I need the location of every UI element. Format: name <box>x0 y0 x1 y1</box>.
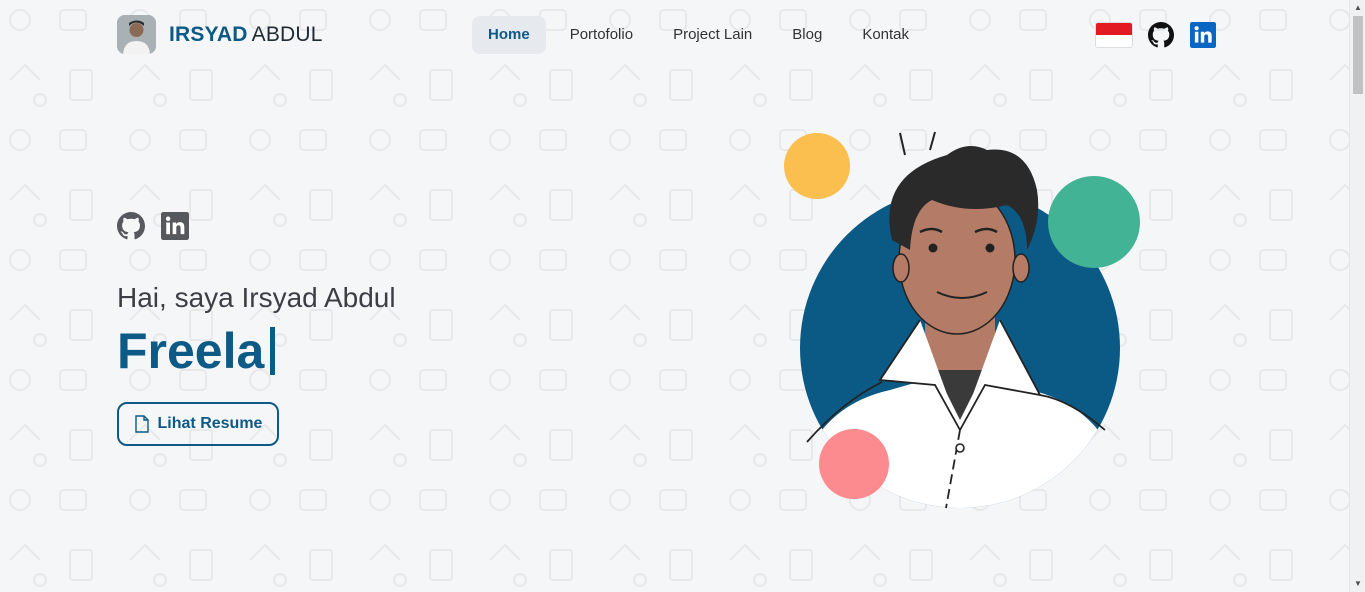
hero-socials <box>117 212 205 240</box>
decor-green-circle <box>1048 176 1140 268</box>
github-icon[interactable] <box>1148 22 1174 48</box>
github-icon[interactable] <box>117 212 145 240</box>
typed-role-text: Freela <box>117 322 276 380</box>
scroll-thumb[interactable] <box>1353 16 1363 94</box>
scroll-up-arrow-icon[interactable]: ▲ <box>1350 0 1365 16</box>
indonesia-flag-icon[interactable] <box>1096 23 1132 47</box>
decor-pink-circle <box>819 429 889 499</box>
typed-role-value: Freela <box>117 323 265 379</box>
nav-item-home[interactable]: Home <box>472 16 546 54</box>
greeting-text: Hai, saya Irsyad Abdul <box>117 282 396 313</box>
linkedin-icon[interactable] <box>161 212 189 240</box>
profile-illustration <box>784 131 1140 509</box>
scroll-down-arrow-icon[interactable]: ▼ <box>1350 576 1365 592</box>
brand-first-name: IRSYAD <box>169 22 248 46</box>
decor-yellow-circle <box>784 133 850 199</box>
main-nav: Home Portofolio Project Lain Blog Kontak <box>472 16 933 54</box>
view-resume-label: Lihat Resume <box>157 415 263 432</box>
page-scrollbar[interactable]: ▲ ▼ <box>1349 0 1365 592</box>
brand-name: IRSYAD ABDUL <box>169 23 323 47</box>
brand-last-name: ABDUL <box>251 22 323 46</box>
nav-item-blog[interactable]: Blog <box>776 16 838 54</box>
pdf-file-icon <box>134 415 149 433</box>
view-resume-button[interactable]: Lihat Resume <box>117 402 279 446</box>
header: IRSYAD ABDUL Home Portofolio Project Lain… <box>0 0 1349 70</box>
typing-caret <box>270 327 276 375</box>
nav-item-kontak[interactable]: Kontak <box>846 16 925 54</box>
nav-item-portofolio[interactable]: Portofolio <box>554 16 649 54</box>
brand[interactable]: IRSYAD ABDUL <box>117 15 323 54</box>
linkedin-icon[interactable] <box>1190 22 1216 48</box>
header-icons <box>1096 22 1232 48</box>
nav-item-project-lain[interactable]: Project Lain <box>657 16 768 54</box>
avatar <box>117 15 156 54</box>
